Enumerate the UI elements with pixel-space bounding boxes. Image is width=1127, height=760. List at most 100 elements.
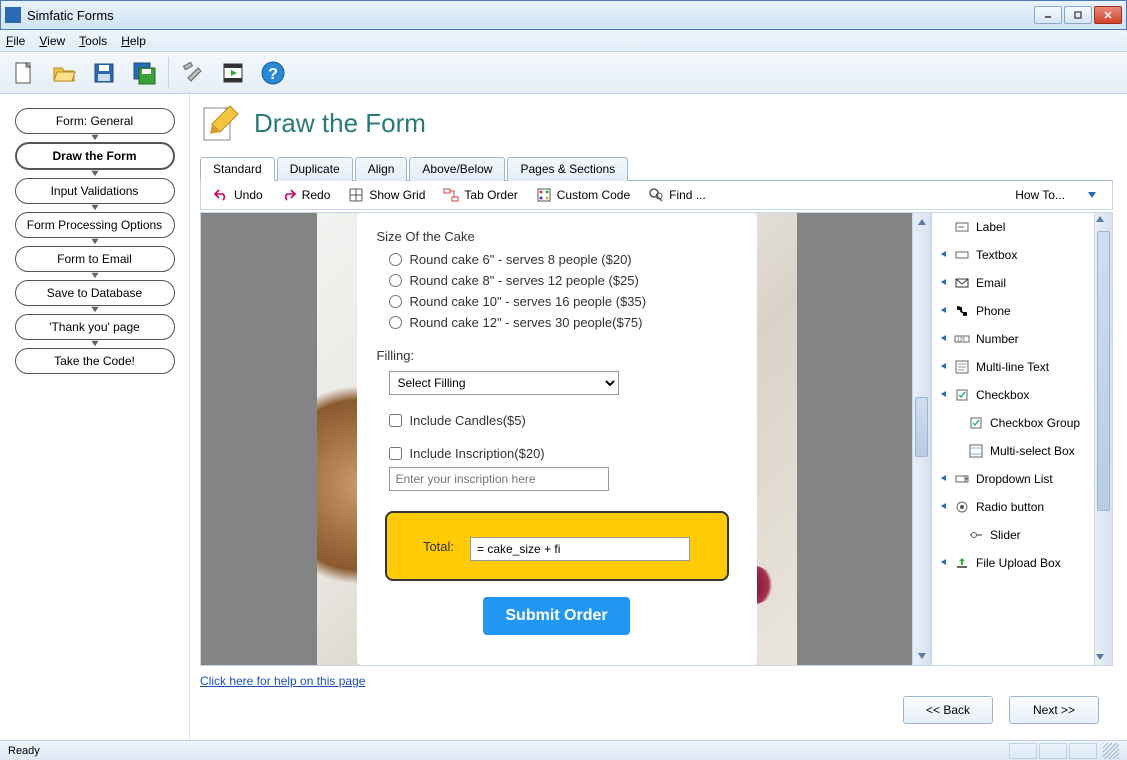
palette-multi-line-text[interactable]: Multi-line Text <box>932 353 1094 381</box>
how-to-dropdown[interactable]: How To... <box>1015 187 1100 203</box>
palette-multi-select-box[interactable]: Multi-select Box <box>946 437 1094 465</box>
palette-phone[interactable]: Phone <box>932 297 1094 325</box>
size-option-label: Round cake 10" - serves 16 people ($35) <box>410 294 647 309</box>
svg-text:135: 135 <box>957 337 966 343</box>
scroll-thumb[interactable] <box>915 397 928 457</box>
maximize-button[interactable] <box>1064 6 1092 24</box>
tab-bar: StandardDuplicateAlignAbove/BelowPages &… <box>200 156 1113 181</box>
find-icon <box>648 187 664 203</box>
help-button[interactable]: ? <box>255 55 291 91</box>
minimize-button[interactable] <box>1034 6 1062 24</box>
step-form-to-email[interactable]: Form to Email <box>15 246 175 272</box>
palette-dropdown-list[interactable]: Dropdown List <box>932 465 1094 493</box>
step-form-processing-options[interactable]: Form Processing Options <box>15 212 175 238</box>
form-panel: Size Of the Cake Round cake 6" - serves … <box>357 213 757 665</box>
palette-file-upload-box[interactable]: File Upload Box <box>932 549 1094 577</box>
undo-button[interactable]: Undo <box>213 187 263 203</box>
menu-help[interactable]: Help <box>121 34 146 48</box>
tab-pages-sections[interactable]: Pages & Sections <box>507 157 628 181</box>
palette-checkbox[interactable]: Checkbox <box>932 381 1094 409</box>
palette-item-label: Checkbox <box>976 388 1029 402</box>
total-input[interactable] <box>470 537 690 561</box>
tab-order-label: Tab Order <box>464 188 517 202</box>
palette-item-label: Phone <box>976 304 1011 318</box>
palette-checkbox-group[interactable]: Checkbox Group <box>946 409 1094 437</box>
help-link[interactable]: Click here for help on this page <box>200 674 1113 688</box>
palette-item-label: Email <box>976 276 1006 290</box>
radio-icon <box>954 499 970 515</box>
tab-standard[interactable]: Standard <box>200 157 275 181</box>
scroll-up-icon[interactable] <box>1095 213 1112 227</box>
palette-item-label: Dropdown List <box>976 472 1053 486</box>
filling-label: Filling: <box>377 348 737 363</box>
filling-select[interactable]: Select Filling <box>389 371 619 395</box>
title-bar: Simfatic Forms <box>0 0 1127 30</box>
show-grid-button[interactable]: Show Grid <box>348 187 425 203</box>
open-button[interactable] <box>46 55 82 91</box>
tab-align[interactable]: Align <box>355 157 408 181</box>
custom-code-button[interactable]: Custom Code <box>536 187 630 203</box>
resize-grip-icon[interactable] <box>1103 743 1119 759</box>
tab-above-below[interactable]: Above/Below <box>409 157 505 181</box>
candles-label: Include Candles($5) <box>410 413 526 428</box>
caret-icon <box>940 390 948 401</box>
size-radio-1[interactable] <box>389 274 402 287</box>
palette-email[interactable]: Email <box>932 269 1094 297</box>
menu-view[interactable]: View <box>39 34 65 48</box>
palette-scrollbar[interactable] <box>1095 212 1113 666</box>
next-button[interactable]: Next >> <box>1009 696 1099 724</box>
submit-button[interactable]: Submit Order <box>483 597 629 635</box>
scroll-down-icon[interactable] <box>1095 651 1112 665</box>
scroll-up-icon[interactable] <box>913 213 930 231</box>
save-button[interactable] <box>86 55 122 91</box>
size-option: Round cake 12" - serves 30 people($75) <box>389 315 737 330</box>
caret-icon <box>940 558 948 569</box>
redo-label: Redo <box>302 188 331 202</box>
size-option: Round cake 6" - serves 8 people ($20) <box>389 252 737 267</box>
form-canvas[interactable]: Size Of the Cake Round cake 6" - serves … <box>200 212 913 666</box>
close-button[interactable] <box>1094 6 1122 24</box>
back-button[interactable]: << Back <box>903 696 993 724</box>
inscription-input[interactable] <box>389 467 609 491</box>
preview-button[interactable] <box>215 55 251 91</box>
size-radio-2[interactable] <box>389 295 402 308</box>
phone-icon <box>954 303 970 319</box>
size-radio-0[interactable] <box>389 253 402 266</box>
redo-button[interactable]: Redo <box>281 187 331 203</box>
step-draw-the-form[interactable]: Draw the Form <box>15 142 175 170</box>
candles-checkbox[interactable] <box>389 414 402 427</box>
palette-label[interactable]: Label <box>932 213 1094 241</box>
size-option-label: Round cake 6" - serves 8 people ($20) <box>410 252 632 267</box>
palette-item-label: File Upload Box <box>976 556 1061 570</box>
step-take-the-code-[interactable]: Take the Code! <box>15 348 175 374</box>
find-label: Find ... <box>669 188 706 202</box>
canvas-scrollbar[interactable] <box>913 212 931 666</box>
new-button[interactable] <box>6 55 42 91</box>
caret-icon <box>940 362 948 373</box>
find-button[interactable]: Find ... <box>648 187 706 203</box>
inscription-checkbox[interactable] <box>389 447 402 460</box>
tab-duplicate[interactable]: Duplicate <box>277 157 353 181</box>
palette-radio-button[interactable]: Radio button <box>932 493 1094 521</box>
undo-label: Undo <box>234 188 263 202</box>
palette-textbox[interactable]: Textbox <box>932 241 1094 269</box>
checkbox-icon <box>968 415 984 431</box>
palette-item-label: Number <box>976 332 1019 346</box>
step-save-to-database[interactable]: Save to Database <box>15 280 175 306</box>
step--thank-you-page[interactable]: 'Thank you' page <box>15 314 175 340</box>
multiline-icon <box>954 359 970 375</box>
palette-number[interactable]: 135 Number <box>932 325 1094 353</box>
scroll-down-icon[interactable] <box>913 647 930 665</box>
tab-order-button[interactable]: Tab Order <box>443 187 517 203</box>
label-icon <box>954 219 970 235</box>
step-form-general[interactable]: Form: General <box>15 108 175 134</box>
scroll-thumb[interactable] <box>1097 231 1110 511</box>
menu-file[interactable]: File <box>6 34 25 48</box>
menu-tools[interactable]: Tools <box>79 34 107 48</box>
settings-button[interactable] <box>175 55 211 91</box>
palette-slider[interactable]: Slider <box>946 521 1094 549</box>
step-input-validations[interactable]: Input Validations <box>15 178 175 204</box>
status-cell <box>1009 743 1037 759</box>
size-radio-3[interactable] <box>389 316 402 329</box>
save-as-button[interactable] <box>126 55 162 91</box>
